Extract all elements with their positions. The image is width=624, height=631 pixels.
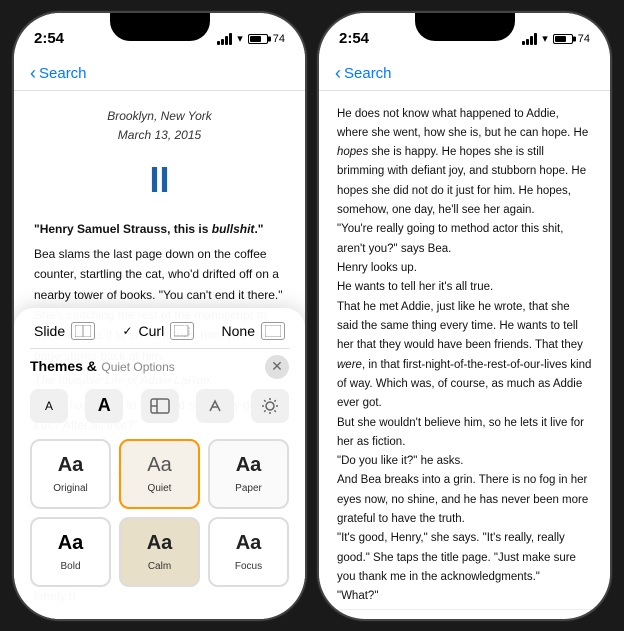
font-settings-button[interactable] [141, 389, 179, 423]
themes-title-group: Themes & Quiet Options [30, 358, 175, 376]
theme-calm[interactable]: Aa Calm [119, 517, 200, 587]
theme-paper[interactable]: Aa Paper [208, 439, 289, 509]
checkmark-icon: ✓ [122, 324, 132, 338]
phones-container: 2:54 ▾ 74 ‹ Search [0, 0, 624, 631]
none-option[interactable]: None [222, 322, 285, 340]
brightness-button[interactable] [251, 389, 289, 423]
theme-paper-label: Paper [235, 483, 262, 494]
theme-quiet-label: Quiet [148, 483, 172, 494]
signal-icon-right [522, 33, 537, 45]
slide-option[interactable]: Slide [34, 322, 95, 340]
wifi-icon-right: ▾ [542, 32, 548, 45]
theme-quiet[interactable]: Aa Quiet [119, 439, 200, 509]
back-label-right: Search [344, 65, 392, 82]
chapter-number: II [34, 150, 285, 209]
close-button[interactable]: ✕ [265, 355, 289, 379]
font-controls-row: A A [30, 381, 289, 431]
font-large-button[interactable]: A [85, 389, 123, 423]
signal-icon [217, 33, 232, 45]
book-location: Brooklyn, New York March 13, 2015 [34, 107, 285, 147]
theme-cards-row-1: Aa Original Aa Quiet Aa Paper [30, 439, 289, 509]
theme-original-label: Original [53, 483, 87, 494]
theme-bold-aa: Aa [58, 532, 84, 555]
theme-quiet-aa: Aa [147, 454, 171, 477]
battery-icon [248, 34, 268, 44]
theme-calm-label: Calm [148, 561, 171, 572]
nav-bar-left[interactable]: ‹ Search [14, 57, 305, 91]
none-label: None [222, 323, 255, 339]
font-large-label: A [98, 395, 111, 416]
theme-cards-row-2: Aa Bold Aa Calm Aa Focus [30, 517, 289, 587]
time-left: 2:54 [34, 30, 64, 47]
theme-original[interactable]: Aa Original [30, 439, 111, 509]
status-icons-right: ▾ 74 [522, 32, 590, 45]
book-content-right: He does not know what happened to Addie,… [319, 91, 610, 609]
curl-icon [170, 322, 194, 340]
notch-right [415, 13, 515, 41]
back-arrow-icon: ‹ [30, 63, 36, 84]
back-button-right[interactable]: ‹ Search [335, 63, 392, 84]
theme-focus[interactable]: Aa Focus [208, 517, 289, 587]
transition-options: Slide ✓ Curl None [30, 322, 289, 340]
back-arrow-icon-right: ‹ [335, 63, 341, 84]
themes-subtitle: Quiet Options [101, 360, 174, 374]
theme-bold[interactable]: Aa Bold [30, 517, 111, 587]
right-phone: 2:54 ▾ 74 ‹ Search [317, 11, 612, 621]
nav-bar-right[interactable]: ‹ Search [319, 57, 610, 91]
notch [110, 13, 210, 41]
themes-title: Themes & [30, 358, 97, 374]
overlay-panel: Slide ✓ Curl None [14, 308, 305, 619]
wifi-icon: ▾ [237, 32, 243, 45]
none-icon [261, 322, 285, 340]
theme-calm-aa: Aa [147, 532, 173, 555]
battery-pct-right: 74 [578, 33, 590, 45]
battery-icon-right [553, 34, 573, 44]
battery-pct: 74 [273, 33, 285, 45]
left-phone: 2:54 ▾ 74 ‹ Search [12, 11, 307, 621]
time-right: 2:54 [339, 30, 369, 47]
status-icons-left: ▾ 74 [217, 32, 285, 45]
divider-1 [30, 348, 289, 349]
font-small-label: A [45, 399, 53, 413]
theme-focus-label: Focus [235, 561, 262, 572]
font-small-button[interactable]: A [30, 389, 68, 423]
page-number: 524 [319, 609, 610, 621]
theme-original-aa: Aa [58, 454, 84, 477]
theme-bold-label: Bold [60, 561, 80, 572]
back-label-left: Search [39, 65, 87, 82]
themes-header: Themes & Quiet Options ✕ [30, 355, 289, 379]
theme-paper-aa: Aa [236, 454, 262, 477]
back-button-left[interactable]: ‹ Search [30, 63, 87, 84]
slide-icon [71, 322, 95, 340]
curl-option[interactable]: ✓ Curl [122, 322, 194, 340]
font-format-button[interactable] [196, 389, 234, 423]
slide-label: Slide [34, 323, 65, 339]
curl-label: Curl [139, 323, 165, 339]
theme-focus-aa: Aa [236, 532, 262, 555]
